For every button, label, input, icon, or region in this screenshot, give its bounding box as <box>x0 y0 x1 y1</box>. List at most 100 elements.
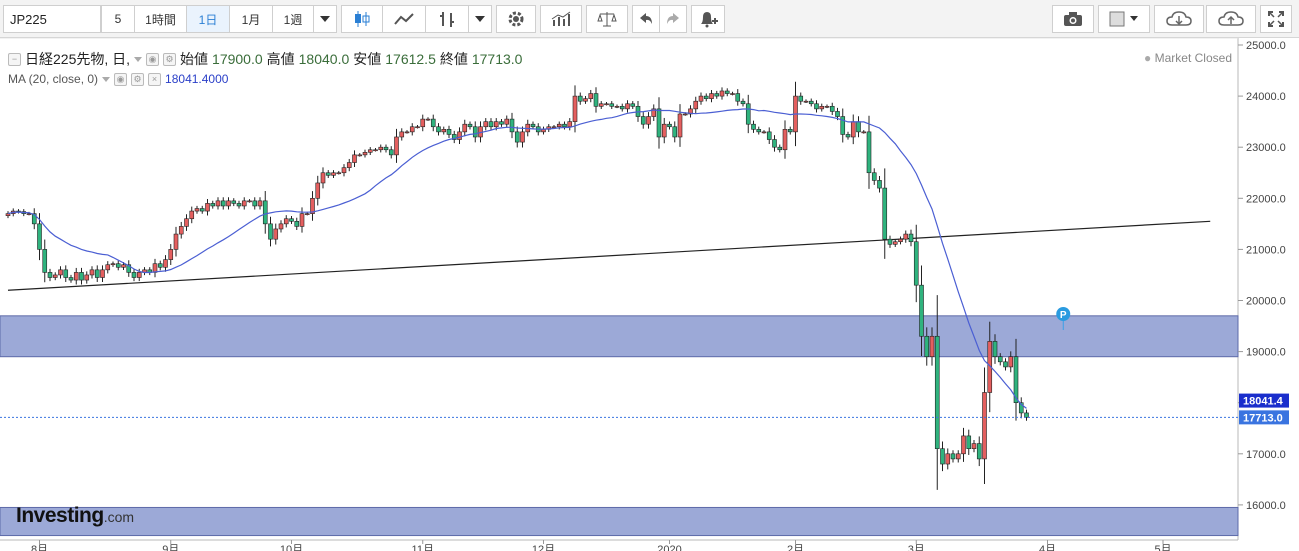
candle-body <box>667 123 672 128</box>
bar-style-icon <box>440 12 454 27</box>
visibility-icon[interactable]: ◉ <box>114 72 128 86</box>
candle-body <box>997 356 1003 363</box>
chart-area[interactable]: 25000.0 24000.0 23000.0 22000.0 21000.0 20000… <box>0 38 1299 551</box>
candle-body <box>698 95 704 102</box>
ma-label: MA (20, close, 0) <box>8 72 99 86</box>
candle-body <box>982 392 987 460</box>
collapse-legend-icon[interactable]: − <box>8 52 21 66</box>
open-value: 17900.0 <box>212 51 263 67</box>
x-tick-label: 2020 <box>657 544 681 551</box>
candle-body <box>373 149 378 152</box>
candle-body <box>84 274 90 281</box>
settings-small-icon[interactable]: ⚙ <box>163 52 177 66</box>
candle-body <box>42 249 48 273</box>
candle-body <box>940 448 945 465</box>
interval-1month-button[interactable]: 1月 <box>229 5 273 33</box>
candle-body <box>588 93 594 99</box>
candle-body <box>115 263 121 268</box>
undo-button[interactable] <box>632 5 660 33</box>
fullscreen-button[interactable] <box>1260 5 1292 33</box>
candle-body <box>955 453 961 460</box>
interval-1hour-button[interactable]: 1時間 <box>134 5 187 33</box>
price-chart[interactable]: 25000.0 24000.0 23000.0 22000.0 21000.0 20000… <box>0 38 1299 551</box>
candle-body <box>105 264 111 271</box>
candle-body <box>499 121 504 125</box>
candle-body <box>331 172 336 176</box>
interval-1day-button[interactable]: 1日 <box>186 5 230 33</box>
load-chart-button[interactable] <box>1154 5 1204 33</box>
add-alert-button[interactable] <box>691 5 725 33</box>
interval-dropdown-button[interactable] <box>313 5 337 33</box>
redo-button[interactable] <box>659 5 687 33</box>
screenshot-button[interactable] <box>1052 5 1094 33</box>
candle-body <box>283 218 289 225</box>
y-tick-label: 24000.0 <box>1246 91 1286 103</box>
x-tick-label: 5月 <box>1154 544 1171 551</box>
resistance-zone <box>0 315 1239 358</box>
y-tick-label: 21000.0 <box>1246 244 1286 256</box>
candle-body <box>682 113 688 116</box>
candle-body <box>399 131 405 138</box>
candle-body <box>1008 356 1014 368</box>
candle-body <box>567 121 573 128</box>
settings-small-icon[interactable]: ⚙ <box>131 72 145 86</box>
candle-body <box>37 223 42 250</box>
low-label: 安値 <box>353 51 382 67</box>
x-tick-label: 8月 <box>31 544 48 551</box>
compare-button[interactable] <box>586 5 628 33</box>
y-tick-label: 17000.0 <box>1246 449 1286 461</box>
candle-body <box>520 131 525 143</box>
candle-body <box>236 203 242 207</box>
save-chart-button[interactable] <box>1206 5 1256 33</box>
y-tick-label: 20000.0 <box>1246 296 1286 308</box>
candle-body <box>58 269 63 276</box>
y-tick-label: 22000.0 <box>1246 193 1286 205</box>
candle-body <box>415 126 420 129</box>
candles-style-button[interactable] <box>341 5 383 33</box>
style-dropdown-button[interactable] <box>468 5 492 33</box>
close-icon[interactable]: × <box>148 72 162 86</box>
candle-body <box>945 453 951 465</box>
settings-button[interactable] <box>496 5 536 33</box>
undo-icon <box>640 13 652 24</box>
candle-body <box>677 113 683 138</box>
candle-body <box>47 272 53 278</box>
candle-body <box>751 123 756 130</box>
candle-body <box>52 274 58 278</box>
candle-body <box>887 238 893 245</box>
ma-value: 18041.4000 <box>165 72 229 86</box>
interval-1week-button[interactable]: 1週 <box>272 5 314 33</box>
candle-body <box>530 123 536 128</box>
visibility-icon[interactable]: ◉ <box>146 52 160 66</box>
candle-body <box>761 131 767 134</box>
candle-body <box>950 453 956 460</box>
camera-icon <box>1064 12 1082 26</box>
y-tick-label: 19000.0 <box>1246 347 1286 359</box>
candle-body <box>394 136 399 156</box>
interval-5min-button[interactable]: 5 <box>101 5 135 33</box>
indicators-button[interactable] <box>540 5 582 33</box>
candle-body <box>425 118 431 121</box>
candle-body <box>1024 412 1029 418</box>
dropdown-icon[interactable] <box>134 56 143 62</box>
candle-body <box>441 129 447 133</box>
dropdown-icon[interactable] <box>102 76 111 82</box>
candle-body <box>719 90 725 97</box>
candle-body <box>551 126 557 129</box>
candle-body <box>693 100 699 110</box>
candle-body <box>850 121 856 138</box>
candle-body <box>273 228 279 240</box>
candle-body <box>488 121 494 128</box>
color-picker-button[interactable] <box>1098 5 1150 33</box>
candle-body <box>756 129 762 133</box>
candle-body <box>866 131 872 174</box>
candle-body <box>189 210 195 220</box>
indicators-icon <box>551 11 571 26</box>
candle-body <box>320 172 326 184</box>
candle-body <box>94 269 100 278</box>
bar-style-button[interactable] <box>425 5 469 33</box>
symbol-input[interactable]: JP225 <box>3 5 101 33</box>
candle-body <box>79 272 84 281</box>
line-style-button[interactable] <box>382 5 426 33</box>
candle-body <box>336 172 342 175</box>
